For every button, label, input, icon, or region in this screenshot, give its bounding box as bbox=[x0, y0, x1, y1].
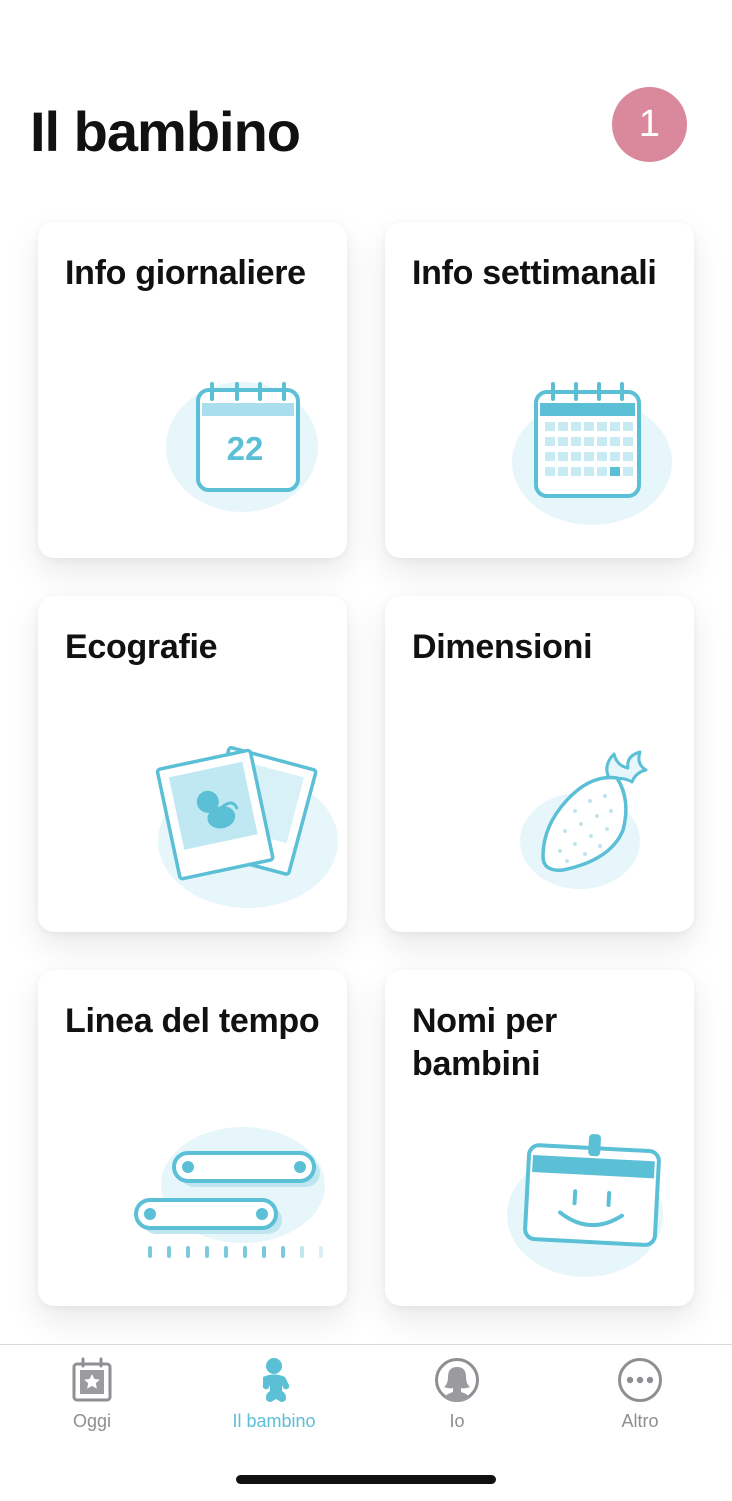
daily-calendar-icon: 22 bbox=[166, 382, 318, 512]
strawberry-icon bbox=[520, 750, 648, 889]
tab-il-bambino[interactable]: Il bambino bbox=[194, 1357, 354, 1447]
weekly-calendar-icon bbox=[512, 382, 672, 525]
user-profile-icon bbox=[435, 1358, 479, 1402]
home-indicator[interactable] bbox=[236, 1475, 496, 1484]
tab-label: Oggi bbox=[72, 1411, 112, 1431]
ultrasound-photos-icon bbox=[155, 746, 338, 908]
more-icon bbox=[618, 1358, 662, 1402]
tab-oggi[interactable]: Oggi bbox=[12, 1357, 172, 1447]
tab-label: Il bambino bbox=[232, 1411, 316, 1431]
tab-io[interactable]: Io bbox=[377, 1357, 537, 1447]
page-title: Il bambino bbox=[30, 100, 301, 163]
card-ecografie[interactable]: Ecografie bbox=[38, 596, 347, 932]
timeline-icon bbox=[134, 1127, 325, 1258]
name-tag-icon bbox=[507, 1134, 663, 1277]
card-info-settimanali[interactable]: Info settimanali bbox=[385, 222, 694, 558]
baby-icon bbox=[262, 1358, 290, 1402]
card-nomi-per-bambini[interactable]: Nomi per bambini bbox=[385, 970, 694, 1306]
tab-altro[interactable]: Altro bbox=[560, 1357, 720, 1447]
card-info-giornaliere[interactable]: Info giornaliere 22 bbox=[38, 222, 347, 558]
card-linea-del-tempo[interactable]: Linea del tempo bbox=[38, 970, 347, 1306]
profile-avatar-button[interactable]: 1 bbox=[612, 87, 687, 162]
tab-label: Altro bbox=[621, 1411, 659, 1431]
card-dimensioni[interactable]: Dimensioni bbox=[385, 596, 694, 932]
calendar-date-number: 22 bbox=[227, 430, 264, 467]
calendar-star-icon bbox=[72, 1357, 112, 1402]
tab-label: Io bbox=[449, 1411, 465, 1431]
